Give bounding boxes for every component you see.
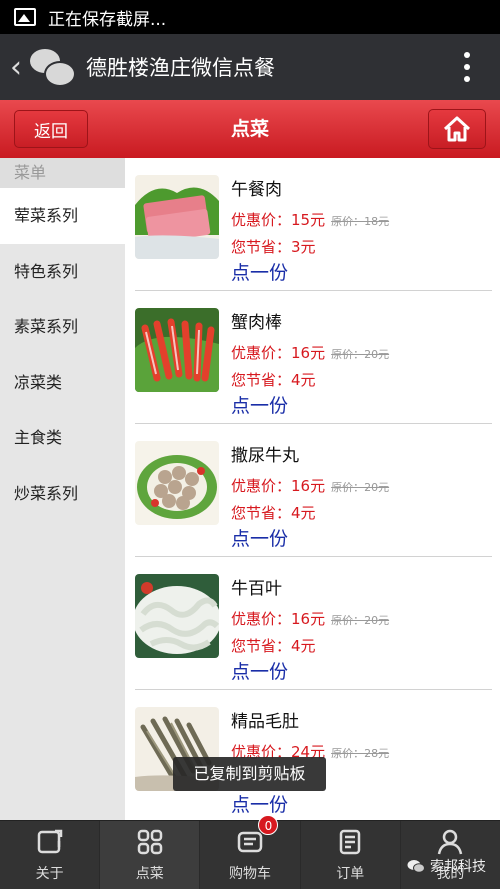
list-item: 撒尿牛丸 优惠价：16元 原价：20元 您节省：4元 点一份 xyxy=(125,424,500,557)
back-button[interactable]: 返回 xyxy=(14,110,88,148)
price-line: 优惠价：15元 原价：18元 xyxy=(231,209,389,230)
original-price: 原价：28元 xyxy=(331,747,390,760)
dish-image[interactable] xyxy=(135,574,219,658)
discount-price: 优惠价：16元 xyxy=(231,344,326,362)
sidebar-item-staple[interactable]: 主食类 xyxy=(0,410,125,466)
sidebar-item-cold-dishes[interactable]: 凉菜类 xyxy=(0,355,125,411)
list-item: 午餐肉 优惠价：15元 原价：18元 您节省：3元 点一份 xyxy=(125,158,500,291)
dish-list: 午餐肉 优惠价：15元 原价：18元 您节省：3元 点一份 蟹肉棒 优惠价：16… xyxy=(125,158,500,820)
dish-image[interactable] xyxy=(135,441,219,525)
dish-name: 撒尿牛丸 xyxy=(231,446,299,466)
home-icon xyxy=(443,116,471,142)
order-one-link[interactable]: 点一份 xyxy=(231,524,288,551)
tab-cart[interactable]: 0 购物车 xyxy=(200,815,301,889)
original-price: 原价：20元 xyxy=(331,481,390,494)
tab-menu[interactable]: 点菜 xyxy=(100,821,201,889)
list-item: 牛百叶 优惠价：16元 原价：20元 您节省：4元 点一份 xyxy=(125,557,500,690)
watermark-text: 索邦科技 xyxy=(430,859,486,875)
order-one-link[interactable]: 点一份 xyxy=(231,790,288,817)
tab-label: 点菜 xyxy=(135,866,164,882)
dish-name: 牛百叶 xyxy=(231,579,282,599)
original-price: 原价：20元 xyxy=(331,348,390,361)
wechat-title-bar: ‹ 德胜楼渔庄微信点餐 xyxy=(0,34,500,100)
image-icon xyxy=(14,8,36,26)
list-item: 精品毛肚 优惠价：24元 原价：28元 点一份 xyxy=(125,690,500,820)
back-chevron-icon[interactable]: ‹ xyxy=(10,50,22,85)
wechat-logo-icon xyxy=(30,47,76,87)
discount-price: 优惠价：15元 xyxy=(231,211,326,229)
copied-toast: 已复制到剪贴板 xyxy=(173,757,326,791)
nav-bar: 点菜 返回 xyxy=(0,100,500,158)
sidebar-header: 菜单 xyxy=(0,158,125,188)
order-one-link[interactable]: 点一份 xyxy=(231,391,288,418)
watermark: 索邦科技 xyxy=(407,856,486,876)
tab-orders[interactable]: 订单 xyxy=(301,821,401,889)
category-sidebar: 菜单 荤菜系列 特色系列 素菜系列 凉菜类 主食类 炒菜系列 xyxy=(0,158,125,820)
discount-price: 优惠价：16元 xyxy=(231,477,326,495)
cart-count-badge: 0 xyxy=(258,815,279,835)
tab-label: 订单 xyxy=(336,866,365,882)
original-price: 原价：18元 xyxy=(331,215,390,228)
original-price: 原价：20元 xyxy=(331,614,390,627)
sidebar-item-meat[interactable]: 荤菜系列 xyxy=(0,188,125,244)
dish-name: 午餐肉 xyxy=(231,180,282,200)
dish-image[interactable] xyxy=(135,175,219,259)
sidebar-item-special[interactable]: 特色系列 xyxy=(0,244,125,300)
home-button[interactable] xyxy=(428,109,486,149)
wechat-page-title: 德胜楼渔庄微信点餐 xyxy=(86,56,275,80)
wechat-watermark-icon xyxy=(407,860,425,873)
price-line: 优惠价：16元 原价：20元 xyxy=(231,475,389,496)
status-text: 正在保存截屏... xyxy=(48,9,167,30)
bottom-tab-bar: 关于 点菜 0 购物车 订单 我的 xyxy=(0,815,500,889)
user-icon xyxy=(438,829,463,855)
status-bar: 正在保存截屏... xyxy=(0,0,500,34)
price-line: 优惠价：16元 原价：20元 xyxy=(231,608,389,629)
order-one-link[interactable]: 点一份 xyxy=(231,258,288,285)
savings-text: 您节省：4元 xyxy=(231,371,316,389)
dish-name: 蟹肉棒 xyxy=(231,313,282,333)
grid-icon xyxy=(137,829,163,855)
orders-icon xyxy=(339,829,361,855)
more-options-icon[interactable] xyxy=(464,52,470,82)
sidebar-item-stir-fry[interactable]: 炒菜系列 xyxy=(0,466,125,522)
savings-text: 您节省：3元 xyxy=(231,238,316,256)
price-line: 优惠价：16元 原价：20元 xyxy=(231,342,389,363)
about-icon xyxy=(37,829,62,854)
savings-text: 您节省：4元 xyxy=(231,504,316,522)
dish-name: 精品毛肚 xyxy=(231,712,299,732)
order-one-link[interactable]: 点一份 xyxy=(231,657,288,684)
list-item: 蟹肉棒 优惠价：16元 原价：20元 您节省：4元 点一份 xyxy=(125,291,500,424)
sidebar-item-vegetable[interactable]: 素菜系列 xyxy=(0,299,125,355)
tab-label: 购物车 xyxy=(229,866,271,882)
tab-about[interactable]: 关于 xyxy=(0,821,101,889)
savings-text: 您节省：4元 xyxy=(231,637,316,655)
dish-image[interactable] xyxy=(135,308,219,392)
tab-mine[interactable]: 我的 xyxy=(401,821,500,889)
tab-label: 关于 xyxy=(35,866,64,882)
discount-price: 优惠价：16元 xyxy=(231,610,326,628)
